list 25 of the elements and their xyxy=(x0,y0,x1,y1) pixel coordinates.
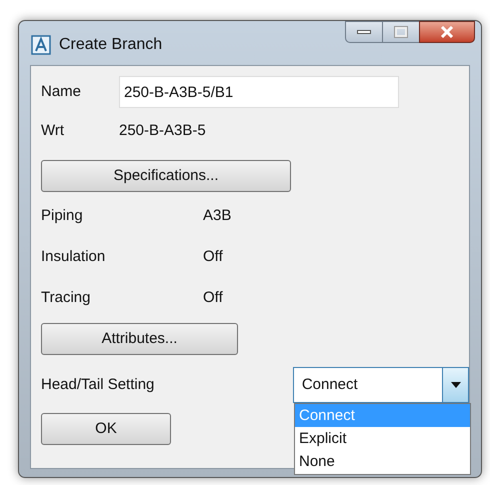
name-label: Name xyxy=(41,82,82,102)
dropdown-option[interactable]: None xyxy=(295,450,470,473)
wrt-value: 250-B-A3B-5 xyxy=(119,120,206,141)
property-value: Off xyxy=(203,288,223,308)
property-value: Off xyxy=(203,247,223,268)
close-button[interactable] xyxy=(419,21,475,43)
minimize-icon xyxy=(357,30,371,34)
property-label: Insulation xyxy=(41,247,106,268)
wrt-label: Wrt xyxy=(41,120,66,141)
name-field[interactable]: 250-B-A3B-5/B1 xyxy=(119,76,399,108)
window-title: Create Branch xyxy=(59,35,162,55)
property-label: Piping xyxy=(41,206,84,226)
ok-button[interactable]: OK xyxy=(41,413,171,445)
property-value: A3B xyxy=(203,206,232,226)
maximize-icon xyxy=(395,27,407,37)
maximize-button[interactable] xyxy=(383,21,419,43)
close-icon xyxy=(440,26,454,38)
specifications-button[interactable]: Specifications... xyxy=(41,160,291,192)
head-tail-label: Head/Tail Setting xyxy=(41,374,156,395)
dropdown-option[interactable]: Explicit xyxy=(295,427,470,450)
property-label: Tracing xyxy=(41,288,92,308)
app-icon xyxy=(31,35,51,55)
attributes-button[interactable]: Attributes... xyxy=(41,323,238,355)
minimize-button[interactable] xyxy=(345,21,383,43)
head-tail-dropdown[interactable]: Connect xyxy=(292,367,469,403)
